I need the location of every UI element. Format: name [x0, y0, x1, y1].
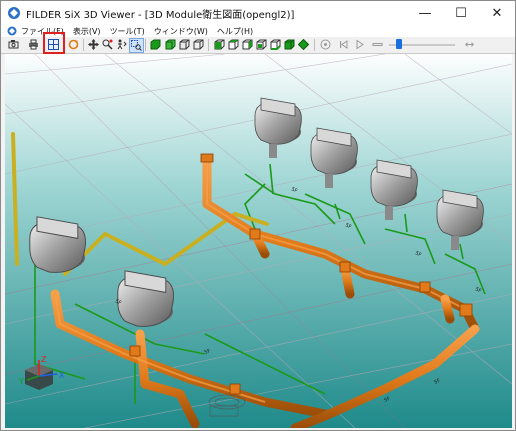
- step-back-icon[interactable]: [337, 38, 350, 51]
- menu-window[interactable]: ウィンドウ(W): [154, 26, 208, 37]
- view-side-icon[interactable]: [241, 38, 254, 51]
- play-icon[interactable]: [353, 38, 366, 51]
- pan-icon[interactable]: [87, 38, 100, 51]
- wireframe-icon[interactable]: [192, 38, 205, 51]
- toilet-6[interactable]: [117, 270, 174, 327]
- toilet-5[interactable]: [29, 216, 86, 273]
- app-window: FILDER SiX 3D Viewer - [3D Module衛生図面(op…: [0, 0, 516, 431]
- menu-help[interactable]: ヘルプ(H): [217, 26, 253, 37]
- solid-view-icon[interactable]: [149, 38, 162, 51]
- axis-x-label: X: [59, 371, 65, 380]
- animation-icon[interactable]: [319, 38, 332, 51]
- axis-y-label: Y: [18, 377, 24, 386]
- minimize-button[interactable]: —: [407, 1, 443, 25]
- hidden-line-icon[interactable]: [178, 38, 191, 51]
- view-bottom-icon[interactable]: [269, 38, 282, 51]
- screenshot-icon[interactable]: [7, 38, 20, 51]
- axis-z-label: Z: [41, 355, 47, 364]
- slider-thumb[interactable]: [396, 39, 402, 49]
- view-iso-icon[interactable]: [283, 38, 296, 51]
- walk-icon[interactable]: [115, 38, 128, 51]
- grid-button-highlight: [43, 32, 65, 54]
- maximize-button[interactable]: ☐: [443, 1, 479, 25]
- view-top-icon[interactable]: [227, 38, 240, 51]
- view-home-icon[interactable]: [297, 38, 310, 51]
- mdi-document-icon[interactable]: [7, 26, 17, 36]
- title-bar[interactable]: FILDER SiX 3D Viewer - [3D Module衛生図面(op…: [1, 1, 515, 25]
- zoom-window-icon[interactable]: [129, 38, 144, 53]
- toolbar: [1, 37, 515, 54]
- window-title: FILDER SiX 3D Viewer - [3D Module衛生図面(op…: [26, 9, 295, 21]
- rotate-icon[interactable]: [67, 38, 80, 51]
- zoom-select-icon[interactable]: [101, 38, 114, 51]
- app-icon: [8, 7, 20, 19]
- stop-icon[interactable]: [371, 38, 384, 51]
- print-icon[interactable]: [27, 38, 40, 51]
- shaded-view-icon[interactable]: [164, 38, 177, 51]
- view-front-icon[interactable]: [213, 38, 226, 51]
- menu-bar: ファイル(F) 表示(V) ツール(T) ウィンドウ(W) ヘルプ(H) _ ❐…: [1, 25, 515, 60]
- 3d-viewport[interactable]: 5F 5F 5F 5F 5F 5F 5F 5F Z X Y: [5, 54, 512, 428]
- scene: 5F 5F 5F 5F 5F 5F 5F 5F Z X Y: [5, 54, 512, 428]
- menu-view[interactable]: 表示(V): [73, 26, 101, 37]
- close-button[interactable]: ✕: [479, 1, 515, 25]
- view-back-icon[interactable]: [255, 38, 268, 51]
- menu-tools[interactable]: ツール(T): [110, 26, 145, 37]
- sync-arrows-icon[interactable]: [463, 38, 476, 51]
